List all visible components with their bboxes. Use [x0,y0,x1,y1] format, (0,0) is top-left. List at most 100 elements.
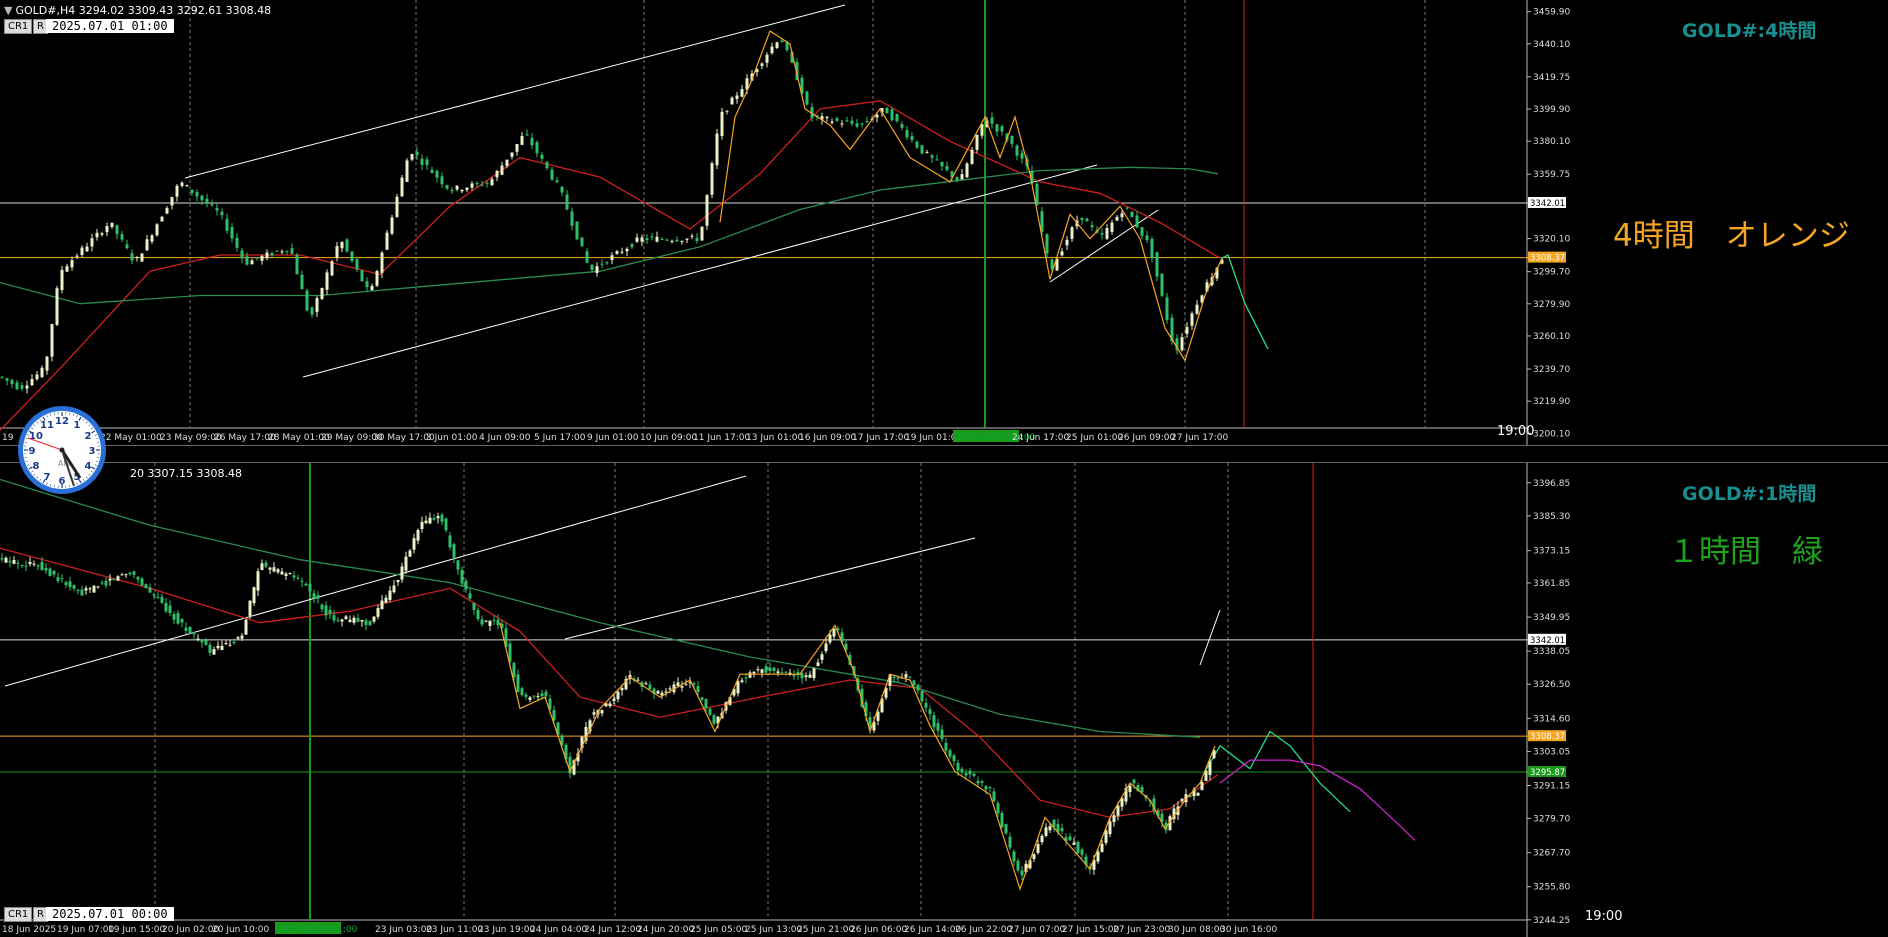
candle-body [328,609,332,614]
candle-body [855,123,859,127]
candle-body [692,683,696,685]
candle-body [444,518,448,531]
candle-body [196,638,200,640]
h1-chart-canvas[interactable]: 18 Jun 2025 19 Jun 07:0019 Jun 15:0020 Ju… [0,463,1888,937]
y-tick-label: 3279.90 [1533,300,1570,310]
candle-body [920,690,924,702]
candle-body [936,723,940,731]
candle-body [16,562,20,564]
x-tick-label: 25 Jun 13:00 [745,925,802,935]
candle-body [40,561,44,571]
candle-body [664,691,668,693]
candle-body [630,244,634,248]
candle-body [295,254,299,275]
x-tick-label: 10 Jun 09:00 [640,433,697,443]
candle-body [325,272,329,290]
candle-body [128,572,132,575]
candle-body [370,285,374,291]
h4-chart-pane[interactable]: 19 22 May 01:00 23 May 09:00 26 May 17:00 28… [0,0,1888,445]
x-tick-label: 27 Jun 17:00 [1171,433,1228,443]
x-tick-label: 26 Jun 22:00 [955,925,1012,935]
candle-body [976,780,980,784]
y-tick-label: 3459.90 [1533,8,1570,18]
candle-body [8,561,12,563]
candle-body [28,561,32,565]
y-tick-label: 3200.10 [1533,429,1570,439]
pane-separator[interactable] [0,445,1888,463]
candle-body [615,251,619,254]
candle-body [424,520,428,523]
candle-body [620,251,624,253]
h4-chart-canvas[interactable]: 19 22 May 01:0023 May 09:0026 May 17:0028… [0,0,1888,445]
candle-body [145,239,149,251]
candle-body [468,593,472,599]
x-tick-label: 23 Jun 19:00 [478,925,535,935]
candle-body [1108,821,1112,835]
candle-body [24,565,28,567]
candle-body [344,616,348,620]
candle-body [1135,215,1139,228]
candle-body [1130,211,1134,217]
candle-body [804,675,808,678]
candle-body [824,643,828,652]
candle-body [85,246,89,252]
h4-ohlc-text: GOLD#,H4 3294.02 3309.43 3292.61 3308.48 [15,4,272,17]
candle-body [600,710,604,714]
candle-body [10,380,14,385]
cr1-button[interactable]: CR1 [4,19,33,34]
h4-symbol-title: GOLD#:4時間 [1682,20,1817,42]
cr1-button-bottom[interactable]: CR1 [4,907,33,922]
candle-body [92,585,96,593]
candle-body [944,742,948,751]
candle-body [544,691,548,696]
candle-body [670,240,674,242]
candle-body [80,589,84,596]
y-tick-label: 3361.85 [1533,579,1570,589]
clock-number: 1 [74,420,81,431]
candle-body [516,674,520,692]
h1-chart-pane[interactable]: 18 Jun 2025 19 Jun 07:00 19 Jun 15:00 20 Ju… [0,463,1888,937]
candle-body [1105,228,1109,239]
candle-body [432,517,436,520]
candle-body [840,123,844,125]
candle-body [0,376,4,378]
candle-body [280,571,284,575]
candle-body [416,530,420,541]
candle-body [928,709,932,715]
y-tick-label: 3244.25 [1533,916,1570,926]
collapse-arrow-icon[interactable]: ▼ [4,4,12,17]
candle-body [905,130,909,138]
candle-body [84,588,88,591]
trend-line [184,4,846,179]
candle-body [360,270,364,282]
x-tick-label: 27 Jun 07:00 [1008,925,1065,935]
candle-body [130,253,134,261]
candle-body [960,768,964,773]
candle-body [1020,870,1024,876]
candle-body [1200,782,1204,791]
candle-body [75,255,79,257]
candle-body [540,154,544,159]
candle-body [316,595,320,599]
candle-body [100,233,104,235]
candle-body [1010,135,1014,144]
candle-body [185,185,189,187]
h4-annotation: 4時間 オレンジ [1613,218,1850,254]
candle-body [668,688,672,690]
candle-body [828,634,832,643]
candle-body [155,224,159,236]
candle-body [64,582,68,586]
candle-body [495,170,499,178]
candle-body [835,118,839,121]
candle-body [616,691,620,700]
candle-body [1116,805,1120,816]
ma-line [0,547,1219,819]
candle-body [592,712,596,715]
candle-body [464,580,468,590]
candle-body [440,514,444,522]
candle-body [940,161,944,167]
candle-body [25,385,29,389]
x-tick-label: 24 Jun 04:00 [530,925,587,935]
candle-body [470,183,474,188]
y-tick-label: 3380.10 [1533,137,1570,147]
